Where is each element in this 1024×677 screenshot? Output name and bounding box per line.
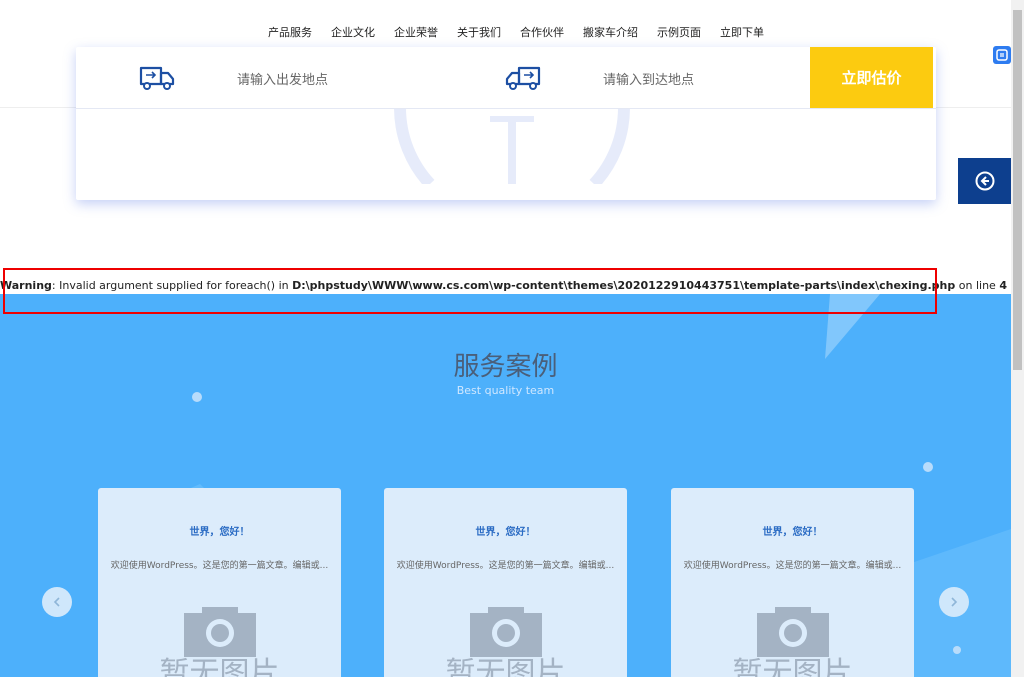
image-placeholder-text: 暂无图片 [159,656,280,677]
card-title[interactable]: 世界，您好！ [671,523,914,538]
card-excerpt: 欢迎使用WordPress。这是您的第一篇文章。编辑或... [110,561,329,571]
nav-item-trucks[interactable]: 搬家车介绍 [583,24,638,40]
nav-item-partners[interactable]: 合作伙伴 [520,24,564,40]
decorative-ring [394,108,630,184]
truck-icon [505,66,541,90]
card-excerpt: 欢迎使用WordPress。这是您的第一篇文章。编辑或... [396,561,615,571]
section-subtitle: Best quality team [456,384,555,397]
nav-item-sample-page[interactable]: 示例页面 [657,24,701,40]
case-card[interactable]: 世界，您好！ 欢迎使用WordPress。这是您的第一篇文章。编辑或... 暂无… [384,488,627,677]
nav-item-honors[interactable]: 企业荣誉 [394,24,438,40]
estimate-button[interactable]: 立即估价 [810,47,933,108]
image-placeholder-text: 暂无图片 [732,656,853,677]
departure-input[interactable]: 请输入出发地点 [237,69,328,88]
back-button[interactable] [958,158,1011,204]
warning-line-text: on line [955,279,1000,292]
side-widget-icon[interactable] [993,46,1011,64]
card-excerpt: 欢迎使用WordPress。这是您的第一篇文章。编辑或... [683,561,902,571]
scrollbar-thumb[interactable] [1013,10,1022,370]
warning-line-number: 4 [999,279,1007,292]
case-card[interactable]: 世界，您好！ 欢迎使用WordPress。这是您的第一篇文章。编辑或... 暂无… [98,488,341,677]
case-card[interactable]: 世界，您好！ 欢迎使用WordPress。这是您的第一篇文章。编辑或... 暂无… [671,488,914,677]
quote-input-row: 请输入出发地点 请输入到达地点 立即估价 [76,47,936,109]
nav-menu: 产品服务 企业文化 企业荣誉 关于我们 合作伙伴 搬家车介绍 示例页面 立即下单 [268,24,764,40]
warning-highlight-box [3,268,937,314]
card-title[interactable]: 世界，您好！ [98,523,341,538]
nav-item-about[interactable]: 关于我们 [457,24,501,40]
nav-item-order-now[interactable]: 立即下单 [720,24,764,40]
chevron-right-icon [951,597,958,607]
section-title: 服务案例 [453,352,558,382]
carousel-prev-button[interactable] [42,587,72,617]
nav-item-products[interactable]: 产品服务 [268,24,312,40]
back-circle-icon [975,171,994,191]
service-cases-section: 服务案例 Best quality team 世界，您好！ 欢迎使用WordPr… [0,294,1011,677]
quote-panel: 请输入出发地点 请输入到达地点 立即估价 [76,47,936,200]
nav-item-culture[interactable]: 企业文化 [331,24,375,40]
card-title[interactable]: 世界，您好！ [384,523,627,538]
truck-icon [139,66,175,90]
destination-input[interactable]: 请输入到达地点 [603,69,694,88]
carousel-next-button[interactable] [939,587,969,617]
chevron-left-icon [53,597,60,607]
image-placeholder-text: 暂无图片 [445,656,566,677]
